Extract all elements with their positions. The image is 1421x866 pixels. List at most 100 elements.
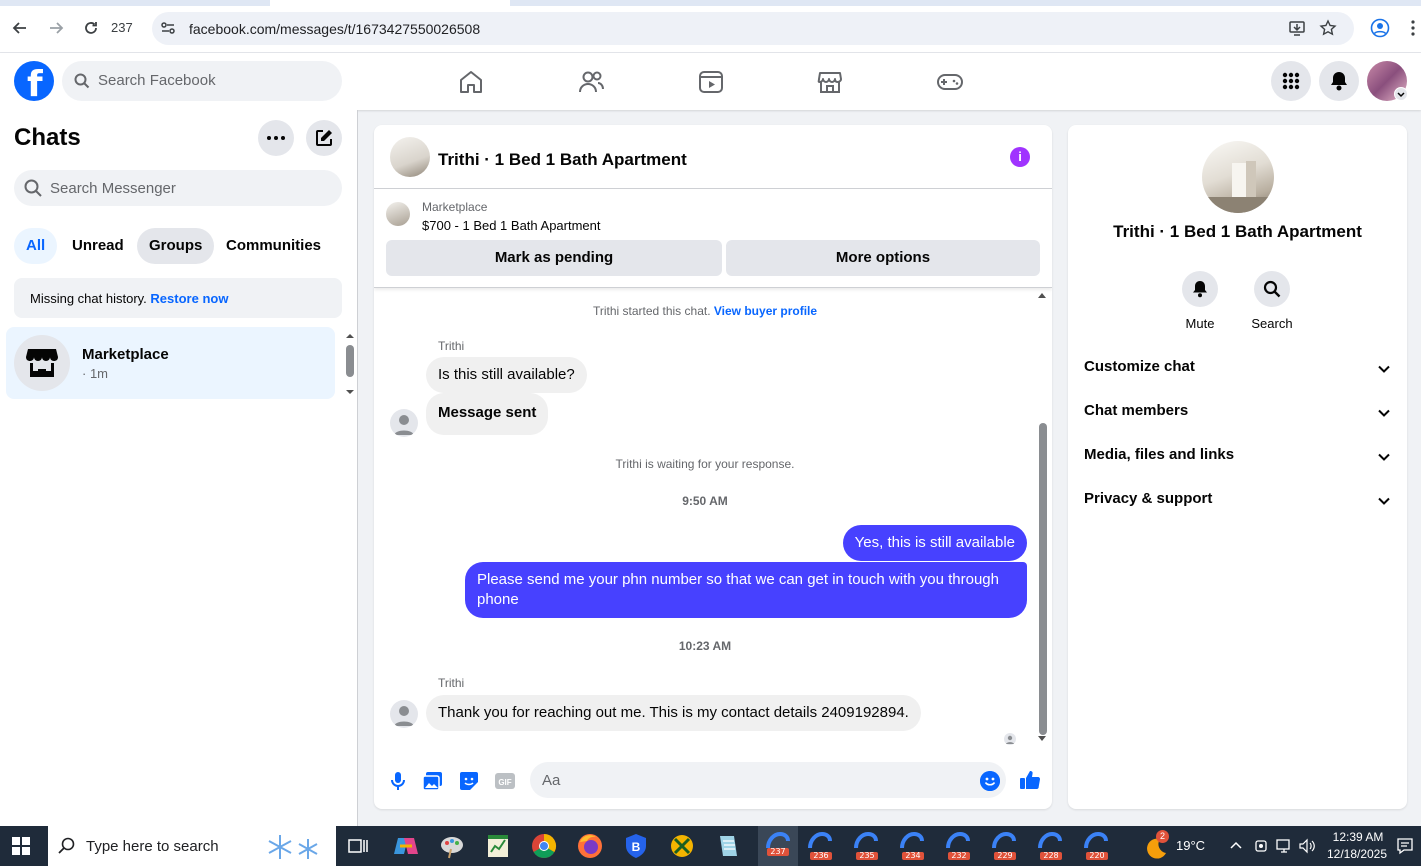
incoming-message[interactable]: Is this still available?: [426, 357, 587, 393]
listing-avatar[interactable]: [1202, 141, 1274, 213]
incoming-message[interactable]: Thank you for reaching out me. This is m…: [426, 695, 921, 731]
privacy-support-row[interactable]: Privacy & support: [1084, 490, 1391, 514]
chat-members-row[interactable]: Chat members: [1084, 402, 1391, 426]
conversation-avatar[interactable]: [390, 137, 430, 177]
chat-list-item[interactable]: Marketplace · 1m: [6, 327, 335, 399]
outgoing-message[interactable]: Please send me your phn number so that w…: [465, 562, 1027, 618]
volume-icon[interactable]: [1298, 838, 1316, 854]
sender-avatar[interactable]: [390, 409, 418, 437]
meet-now-icon[interactable]: [1253, 837, 1269, 855]
browser-menu-icon[interactable]: [1410, 20, 1416, 36]
facebook-search-placeholder[interactable]: Search Facebook: [98, 72, 216, 89]
weather-moon-icon[interactable]: 2: [1142, 830, 1170, 861]
security-app-icon[interactable]: B: [620, 832, 652, 860]
spreadsheet-app-icon[interactable]: [482, 832, 514, 860]
scroll-down-icon[interactable]: [1038, 736, 1046, 742]
conversation-scrollbar[interactable]: [1036, 288, 1048, 748]
view-buyer-profile-link[interactable]: View buyer profile: [714, 304, 817, 318]
gaming-icon[interactable]: [936, 69, 964, 95]
scrollbar-thumb[interactable]: [1039, 423, 1047, 735]
messenger-search-box[interactable]: Search Messenger: [14, 170, 342, 206]
profile-icon[interactable]: [1370, 18, 1390, 38]
clock-date[interactable]: 12/18/2025: [1322, 847, 1392, 861]
browser-window-229[interactable]: 229: [988, 832, 1020, 860]
notifications-bell-icon[interactable]: [1319, 61, 1359, 101]
conversation-title[interactable]: Trithi · 1 Bed 1 Bath Apartment: [438, 150, 687, 170]
friends-icon[interactable]: [577, 69, 605, 95]
home-icon[interactable]: [457, 69, 485, 95]
copilot-icon[interactable]: [390, 832, 422, 860]
media-files-links-row[interactable]: Media, files and links: [1084, 446, 1391, 470]
gif-icon[interactable]: GIF: [493, 769, 517, 793]
video-icon[interactable]: [697, 69, 725, 95]
clock-time[interactable]: 12:39 AM: [1328, 830, 1388, 844]
browser-window-220[interactable]: 220: [1080, 832, 1112, 860]
listing-thumbnail[interactable]: [386, 202, 410, 226]
firefox-icon[interactable]: [574, 832, 606, 860]
url-text[interactable]: facebook.com/messages/t/1673427550026508: [189, 21, 480, 37]
message-composer: GIF: [374, 755, 1052, 809]
task-view-icon[interactable]: [342, 832, 374, 860]
mark-as-pending-button[interactable]: Mark as pending: [386, 240, 722, 276]
tab-count[interactable]: 237: [111, 20, 133, 35]
customize-chat-row[interactable]: Customize chat: [1084, 358, 1391, 382]
windows-start-icon[interactable]: [12, 837, 30, 855]
search-action[interactable]: Search: [1237, 271, 1307, 331]
messenger-search-placeholder[interactable]: Search Messenger: [50, 180, 176, 197]
account-chevron-icon[interactable]: [1394, 87, 1408, 101]
thumbs-up-icon[interactable]: [1018, 768, 1042, 792]
emoji-icon[interactable]: [980, 771, 1000, 791]
photo-attach-icon[interactable]: [421, 769, 445, 793]
paint-app-icon[interactable]: [436, 832, 468, 860]
filter-communities[interactable]: Communities: [214, 228, 333, 264]
menu-grid-icon[interactable]: [1271, 61, 1311, 101]
mute-action[interactable]: Mute: [1165, 271, 1235, 331]
browser-window-237[interactable]: 237: [758, 826, 798, 866]
tray-chevron-up-icon[interactable]: [1229, 839, 1243, 853]
network-icon[interactable]: [1275, 838, 1293, 854]
filter-unread[interactable]: Unread: [60, 228, 136, 264]
address-bar[interactable]: facebook.com/messages/t/1673427550026508: [152, 12, 1354, 45]
mute-bell-icon[interactable]: [1182, 271, 1218, 307]
scroll-up-icon[interactable]: [1038, 292, 1046, 298]
chrome-icon[interactable]: [528, 832, 560, 860]
search-icon[interactable]: [1254, 271, 1290, 307]
chats-options-button[interactable]: [258, 120, 294, 156]
site-info-icon[interactable]: [160, 20, 176, 36]
restore-now-link[interactable]: Restore now: [150, 291, 228, 306]
new-message-button[interactable]: [306, 120, 342, 156]
sender-avatar[interactable]: [390, 700, 418, 728]
facebook-logo-icon[interactable]: f: [14, 61, 54, 105]
filter-all[interactable]: All: [14, 228, 58, 264]
conversation-info-icon[interactable]: i: [1010, 147, 1030, 167]
filter-groups[interactable]: Groups: [137, 228, 215, 264]
facebook-search-box[interactable]: Search Facebook: [62, 61, 342, 101]
browser-window-236[interactable]: 236: [804, 832, 836, 860]
browser-window-232[interactable]: 232: [942, 832, 974, 860]
browser-window-228[interactable]: 228: [1034, 832, 1066, 860]
window-badge: 232: [948, 852, 970, 860]
xbox-app-icon[interactable]: [666, 832, 698, 860]
browser-window-234[interactable]: 234: [896, 832, 928, 860]
message-input[interactable]: [530, 762, 1006, 798]
sticker-icon[interactable]: [457, 769, 481, 793]
taskbar-search-box[interactable]: Type here to search: [48, 826, 336, 866]
temperature-text[interactable]: 19°C: [1176, 838, 1205, 853]
browser-window-235[interactable]: 235: [850, 832, 882, 860]
reload-icon[interactable]: [80, 17, 102, 39]
bookmark-star-icon[interactable]: [1319, 19, 1337, 37]
listing-title[interactable]: $700 - 1 Bed 1 Bath Apartment: [422, 218, 601, 233]
back-icon[interactable]: [9, 17, 31, 39]
taskbar-search-placeholder[interactable]: Type here to search: [86, 838, 219, 855]
marketplace-icon[interactable]: [816, 69, 844, 95]
sidebar-scrollbar[interactable]: [345, 332, 355, 396]
more-options-button[interactable]: More options: [726, 240, 1040, 276]
install-app-icon[interactable]: [1288, 19, 1306, 37]
incoming-message[interactable]: Message sent: [426, 393, 549, 435]
microphone-icon[interactable]: [386, 769, 410, 793]
active-tab[interactable]: [270, 0, 510, 6]
forward-icon[interactable]: [45, 17, 67, 39]
outgoing-message[interactable]: Yes, this is still available: [842, 525, 1027, 561]
notification-center-icon[interactable]: [1396, 837, 1414, 855]
notepad-app-icon[interactable]: [712, 832, 744, 860]
